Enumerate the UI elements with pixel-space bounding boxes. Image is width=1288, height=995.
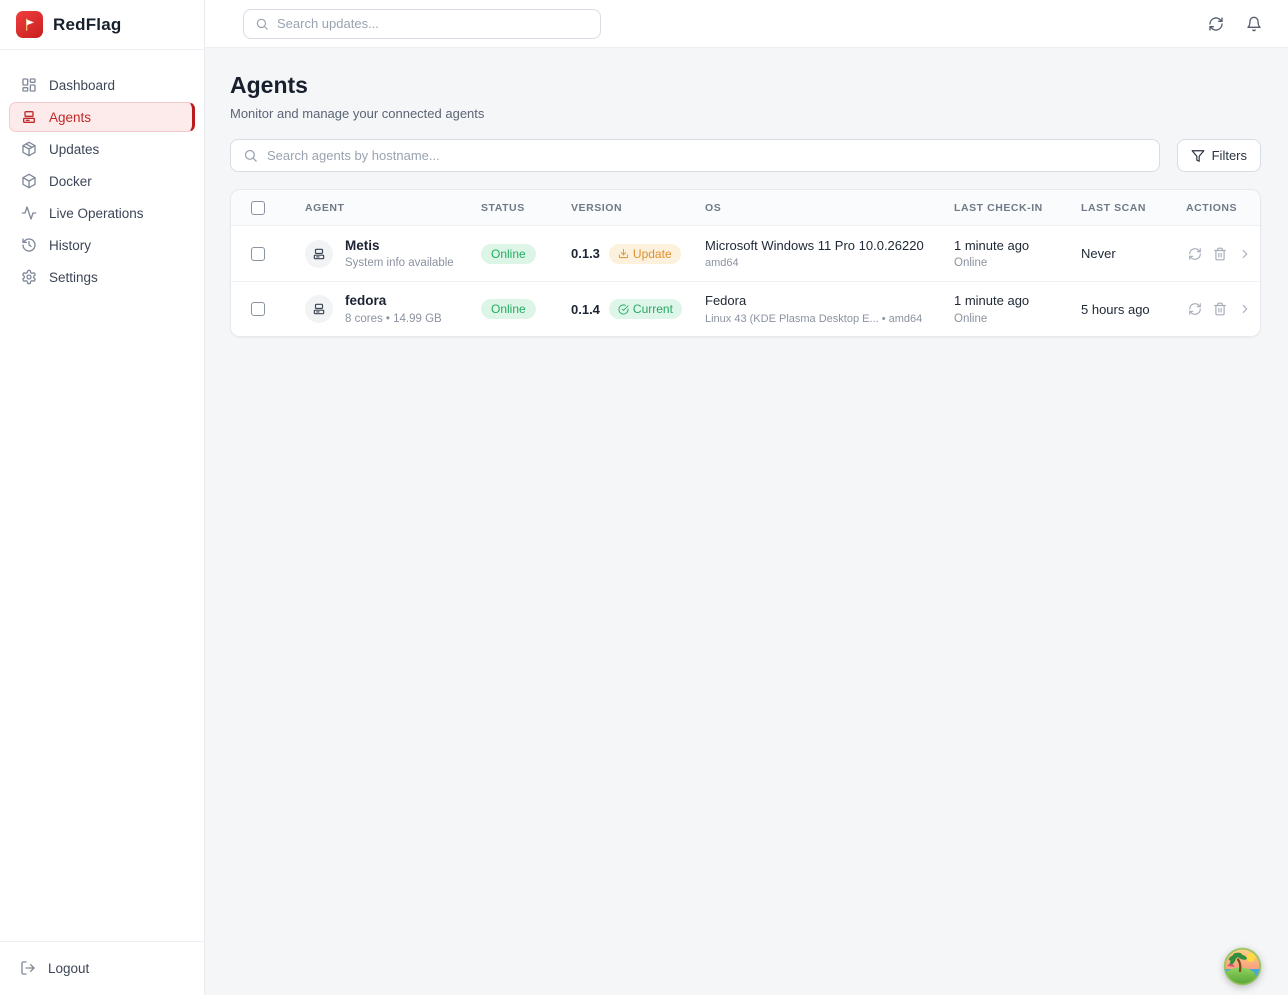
agent-avatar [305, 295, 333, 323]
last-checkin-status: Online [954, 257, 1081, 269]
column-header-version: Version [571, 202, 705, 214]
last-checkin: 1 minute ago [954, 238, 1081, 254]
column-header-status: Status [481, 202, 571, 214]
column-header-os: OS [705, 202, 954, 214]
row-expand-chevron-icon[interactable] [1236, 245, 1254, 263]
topbar [205, 0, 1288, 48]
table-row[interactable]: fedora 8 cores • 14.99 GB Online 0.1.4 C… [231, 281, 1260, 336]
sidebar-item-dashboard[interactable]: Dashboard [9, 70, 195, 100]
app-logo: RedFlag [0, 0, 204, 50]
search-icon [243, 148, 258, 163]
agent-name: fedora [345, 293, 442, 309]
table-row[interactable]: Metis System info available Online 0.1.3… [231, 226, 1260, 281]
sidebar-item-settings[interactable]: Settings [9, 262, 195, 292]
row-refresh-icon[interactable] [1186, 300, 1204, 318]
filters-label: Filters [1212, 148, 1247, 163]
sidebar-item-agents[interactable]: Agents [9, 102, 195, 132]
agent-subtext: 8 cores • 14.99 GB [345, 313, 442, 325]
redflag-logo-icon [16, 11, 43, 38]
status-badge: Online [481, 244, 536, 264]
select-all-checkbox[interactable] [251, 201, 265, 215]
agent-search [230, 139, 1160, 172]
sidebar-item-live-operations[interactable]: Live Operations [9, 198, 195, 228]
sidebar-item-label: Docker [49, 174, 92, 189]
row-delete-icon[interactable] [1211, 300, 1229, 318]
os-name: Microsoft Windows 11 Pro 10.0.26220 [705, 238, 954, 254]
logout-label: Logout [48, 961, 89, 976]
row-checkbox[interactable] [251, 247, 265, 261]
agent-name: Metis [345, 238, 454, 254]
bell-icon[interactable] [1244, 14, 1264, 34]
funnel-icon [1191, 149, 1205, 163]
server-icon [21, 109, 37, 125]
app-name: RedFlag [53, 15, 121, 35]
filters-button[interactable]: Filters [1177, 139, 1261, 172]
page-title: Agents [230, 72, 1261, 99]
last-scan: 5 hours ago [1081, 302, 1186, 317]
sidebar-nav: Dashboard Agents Updates Docker Live Ope… [0, 50, 204, 941]
os-arch: Linux 43 (KDE Plasma Desktop E... • amd6… [705, 313, 954, 325]
agent-avatar [305, 240, 333, 268]
activity-icon [21, 205, 37, 221]
sidebar-item-history[interactable]: History [9, 230, 195, 260]
check-circle-icon [618, 304, 629, 315]
island-widget-button[interactable] [1223, 947, 1262, 986]
sidebar-footer: Logout [0, 941, 204, 995]
column-header-actions: Actions [1186, 202, 1260, 214]
download-icon [618, 248, 629, 259]
history-icon [21, 237, 37, 253]
row-delete-icon[interactable] [1211, 245, 1229, 263]
row-expand-chevron-icon[interactable] [1236, 300, 1254, 318]
sidebar-item-updates[interactable]: Updates [9, 134, 195, 164]
main-content: Agents Monitor and manage your connected… [205, 48, 1288, 995]
column-header-last-checkin: Last Check-in [954, 202, 1081, 214]
sidebar-item-label: Agents [49, 110, 91, 125]
sidebar-item-label: History [49, 238, 91, 253]
last-scan: Never [1081, 246, 1186, 261]
version-number: 0.1.4 [571, 302, 600, 317]
sidebar-item-label: Dashboard [49, 78, 115, 93]
sidebar-item-label: Live Operations [49, 206, 144, 221]
row-refresh-icon[interactable] [1186, 245, 1204, 263]
logout-icon [20, 960, 36, 976]
current-badge: Current [609, 299, 682, 319]
agent-search-input[interactable] [267, 148, 1147, 163]
refresh-icon[interactable] [1206, 14, 1226, 34]
last-checkin-status: Online [954, 313, 1081, 325]
row-checkbox[interactable] [251, 302, 265, 316]
column-header-agent: Agent [305, 202, 481, 214]
sidebar: RedFlag Dashboard Agents Updates Docker [0, 0, 205, 995]
column-header-last-scan: Last Scan [1081, 202, 1186, 214]
page-subtitle: Monitor and manage your connected agents [230, 106, 1261, 121]
search-icon [255, 17, 269, 31]
controls-row: Filters [230, 139, 1261, 172]
os-name: Fedora [705, 293, 954, 309]
last-checkin: 1 minute ago [954, 293, 1081, 309]
package-icon [21, 141, 37, 157]
sidebar-item-docker[interactable]: Docker [9, 166, 195, 196]
logout-button[interactable]: Logout [9, 953, 195, 983]
update-badge: Update [609, 244, 681, 264]
cube-icon [21, 173, 37, 189]
dashboard-icon [21, 77, 37, 93]
sidebar-item-label: Updates [49, 142, 99, 157]
table-header: Agent Status Version OS Last Check-in La… [231, 190, 1260, 226]
gear-icon [21, 269, 37, 285]
version-number: 0.1.3 [571, 246, 600, 261]
global-search-input[interactable] [277, 16, 589, 31]
topbar-icons [1206, 14, 1264, 34]
status-badge: Online [481, 299, 536, 319]
agents-table: Agent Status Version OS Last Check-in La… [230, 189, 1261, 337]
agent-subtext: System info available [345, 257, 454, 269]
global-search [243, 9, 601, 39]
os-arch: amd64 [705, 257, 954, 269]
sidebar-item-label: Settings [49, 270, 98, 285]
desert-island-icon [1223, 947, 1262, 986]
